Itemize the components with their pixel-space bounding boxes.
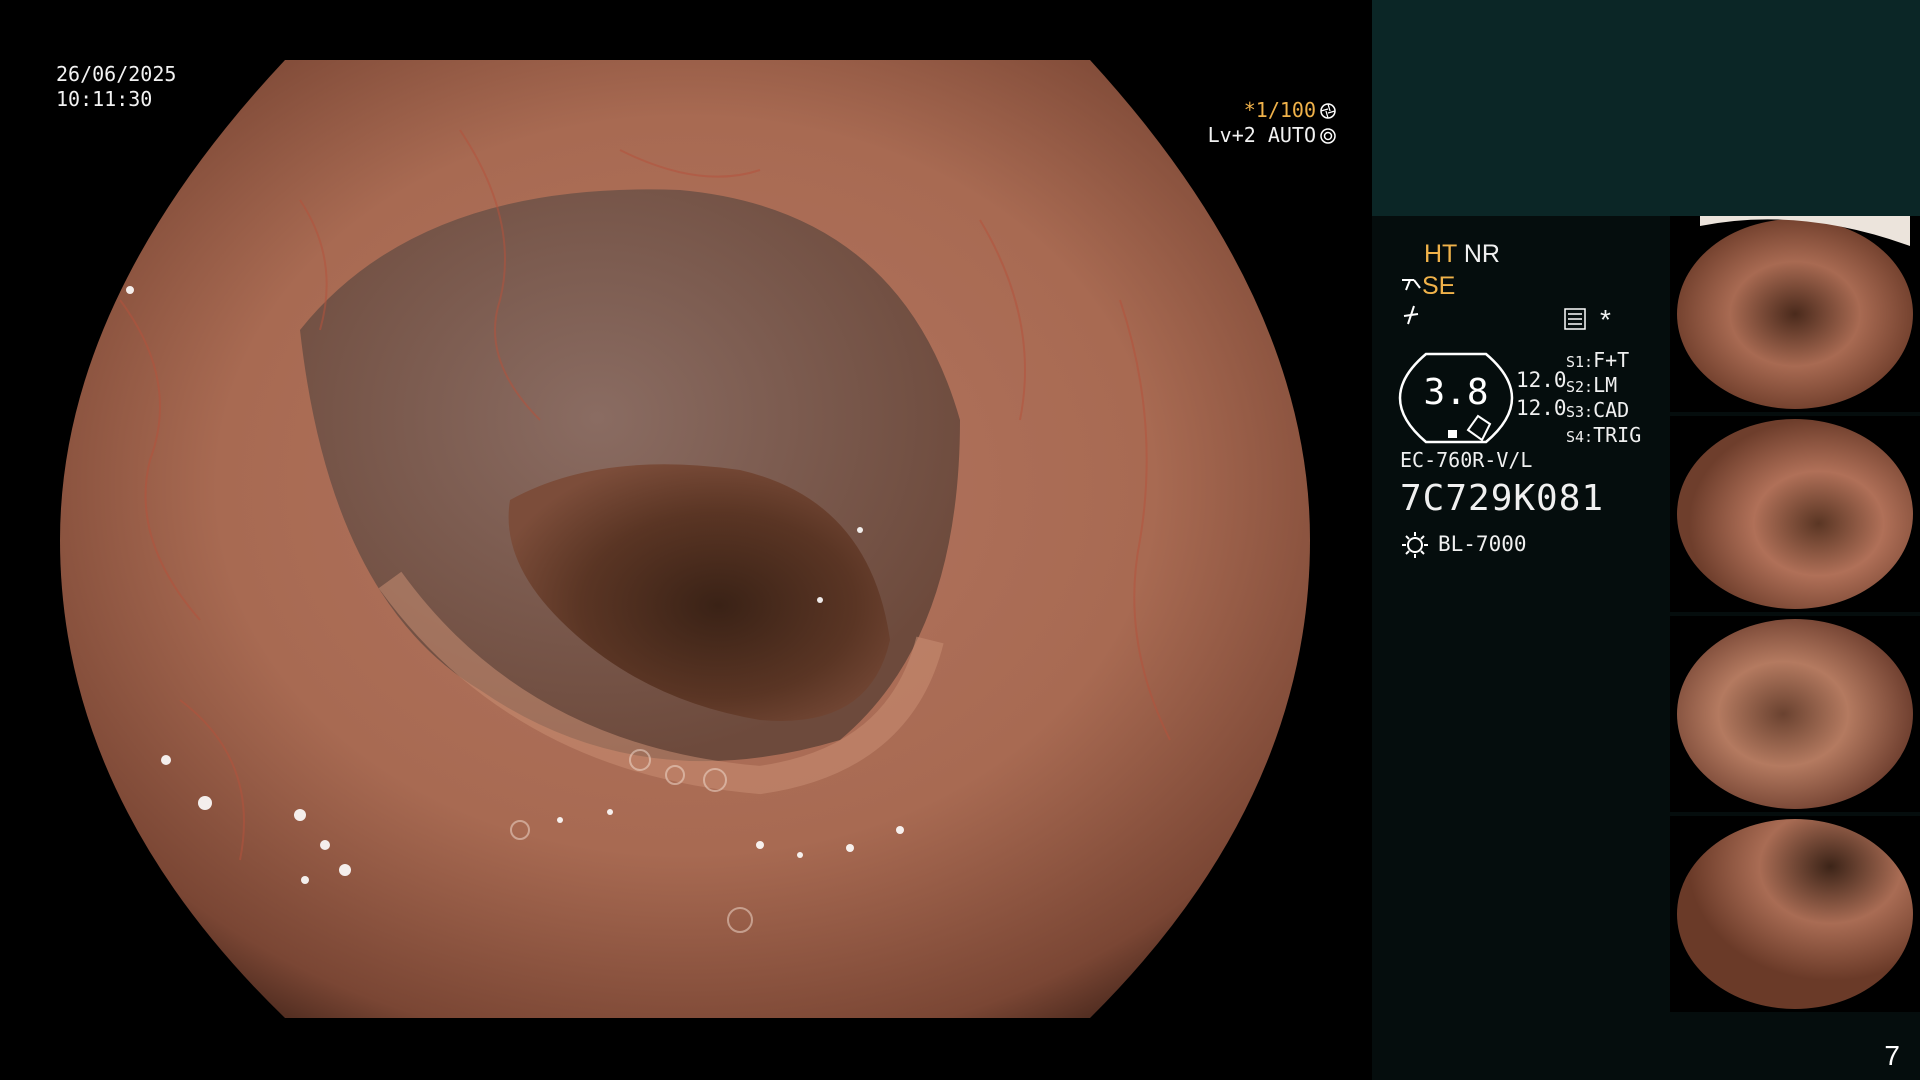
endoscope-main-view: 26/06/2025 10:11:30 *1/100 Lv+2 AUTO bbox=[0, 0, 1372, 1080]
brightness-level: Lv+2 AUTO bbox=[1207, 123, 1316, 147]
gauge-left-value: 12.0 bbox=[1516, 368, 1567, 392]
auto-iris-icon bbox=[1320, 128, 1336, 144]
image-mode-row: HT NR bbox=[1424, 240, 1500, 269]
scope-info-panel: HT NR SE * 3.8 12.0 12.0 S1:F+T S2:LM S3… bbox=[1372, 216, 1670, 1080]
shutter-speed: *1/100 bbox=[1243, 98, 1316, 122]
gauge-right-value: 12.0 bbox=[1516, 396, 1567, 420]
date-text: 26/06/2025 bbox=[56, 62, 177, 86]
settings-menu-icon bbox=[1564, 308, 1586, 330]
page-number: 7 bbox=[1884, 1040, 1900, 1071]
star-indicator: * bbox=[1600, 304, 1611, 335]
contrast-row bbox=[1400, 304, 1422, 333]
ht-mode-label: HT bbox=[1424, 240, 1457, 268]
exposure-overlay: *1/100 Lv+2 AUTO bbox=[1208, 98, 1336, 148]
light-source-icon bbox=[1402, 532, 1428, 558]
date-time-overlay: 26/06/2025 10:11:30 bbox=[56, 62, 176, 112]
se-mode-label: SE bbox=[1422, 272, 1456, 300]
scope-serial: 7C729K081 bbox=[1400, 478, 1605, 519]
scope-setting-s4: S4:TRIG bbox=[1566, 423, 1642, 447]
thumbnail-3[interactable] bbox=[1670, 616, 1920, 812]
scope-setting-s1: S1:F+T bbox=[1566, 348, 1630, 372]
thumbnail-strip bbox=[1670, 216, 1920, 1016]
side-panel-header bbox=[1372, 0, 1920, 216]
structure-enhance-row: SE bbox=[1400, 272, 1455, 301]
contrast-icon bbox=[1403, 305, 1419, 325]
aperture-icon bbox=[1320, 103, 1336, 119]
time-text: 10:11:30 bbox=[56, 87, 153, 111]
side-panel: HT NR SE * 3.8 12.0 12.0 S1:F+T S2:LM S3… bbox=[1372, 0, 1920, 1080]
nr-mode-label: NR bbox=[1463, 240, 1500, 268]
light-source-label: BL-7000 bbox=[1438, 532, 1527, 556]
thumbnail-1[interactable] bbox=[1670, 216, 1920, 412]
scope-setting-s2: S2:LM bbox=[1566, 373, 1618, 397]
thumbnail-4[interactable] bbox=[1670, 816, 1920, 1012]
scope-model: EC-760R-V/L bbox=[1400, 448, 1533, 472]
endoscopic-image bbox=[60, 60, 1310, 1018]
thumbnail-2[interactable] bbox=[1670, 416, 1920, 612]
gauge-value: 3.8 bbox=[1423, 372, 1489, 413]
scope-setting-s3: S3:CAD bbox=[1566, 398, 1630, 422]
enhance-icon bbox=[1402, 279, 1421, 291]
